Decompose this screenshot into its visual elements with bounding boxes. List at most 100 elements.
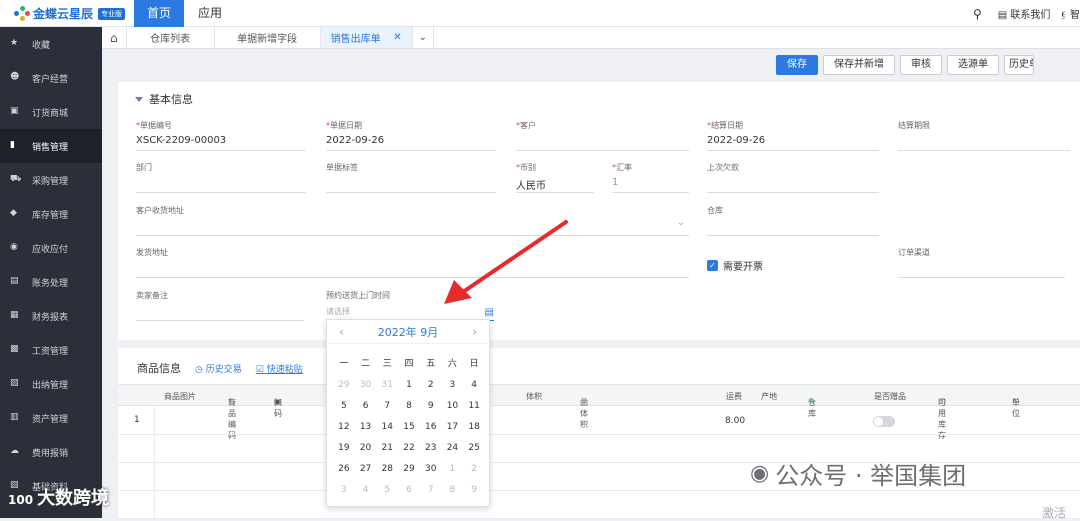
tab-warehouse-list[interactable]: 仓库列表 (127, 27, 215, 48)
calendar-day[interactable]: 26 (333, 459, 355, 480)
calendar-day[interactable]: 16 (420, 417, 442, 438)
calendar-day[interactable]: 2 (420, 375, 442, 396)
calendar-day[interactable]: 14 (376, 417, 398, 438)
calendar-month-title[interactable]: 2022年 9月 (378, 324, 439, 340)
search-icon[interactable]: ⚲ (973, 7, 982, 21)
sidebar-item-12[interactable]: ☁ 费用报销 (0, 435, 102, 469)
calendar-day[interactable]: 10 (442, 396, 464, 417)
seller-note-field[interactable]: 卖家备注 (136, 290, 304, 321)
calendar-day[interactable]: 21 (376, 438, 398, 459)
calendar-day[interactable]: 25 (463, 438, 485, 459)
dept-field[interactable]: 部门 (136, 162, 306, 193)
calendar-day[interactable]: 12 (333, 417, 355, 438)
calendar-day[interactable]: 8 (398, 396, 420, 417)
calendar-day[interactable]: 27 (355, 459, 377, 480)
calendar-day[interactable]: 7 (420, 480, 442, 501)
calendar-day[interactable]: 29 (398, 459, 420, 480)
calendar-day[interactable]: 9 (420, 396, 442, 417)
table-row[interactable] (118, 491, 1080, 519)
save-button[interactable]: 保存 (776, 55, 818, 75)
calendar-day[interactable]: 4 (355, 480, 377, 501)
currency-field[interactable]: *币别 人民币 (516, 162, 594, 193)
nav-app[interactable]: 应用 (198, 0, 222, 27)
calendar-day[interactable]: 29 (333, 375, 355, 396)
sidebar-item-4[interactable]: ⛟ 采购管理 (0, 163, 102, 197)
bill-tag-field[interactable]: 单据标签 (326, 162, 496, 193)
sidebar-item-8[interactable]: ▦ 财务报表 (0, 299, 102, 333)
audit-button[interactable]: 审核 (900, 55, 942, 75)
table-row[interactable]: 1 8.00 (118, 407, 1080, 435)
service-label[interactable]: 智 (1070, 6, 1080, 21)
calendar-day[interactable]: 2 (463, 459, 485, 480)
calendar-day[interactable]: 17 (442, 417, 464, 438)
home-tab-icon[interactable]: ⌂ (102, 27, 127, 48)
sidebar-item-11[interactable]: ▥ 资产管理 (0, 401, 102, 435)
calendar-icon[interactable]: ▤ (485, 307, 494, 318)
calendar-day[interactable]: 6 (398, 480, 420, 501)
order-channel-field[interactable]: 订单渠道 (898, 247, 1065, 278)
calendar-day[interactable]: 24 (442, 438, 464, 459)
calendar-day[interactable]: 5 (333, 396, 355, 417)
ship-address-field[interactable]: 客户收货地址 ⌄ (136, 205, 689, 236)
calendar-day[interactable]: 19 (333, 438, 355, 459)
sidebar-item-2[interactable]: ▣ 订货商城 (0, 95, 102, 129)
calendar-day[interactable]: 22 (398, 438, 420, 459)
settle-period-field[interactable]: 结算期限 (898, 120, 1070, 151)
calendar-day[interactable]: 6 (355, 396, 377, 417)
section-header[interactable]: 基本信息 (135, 91, 193, 107)
calendar-day[interactable]: 1 (398, 375, 420, 396)
rate-field[interactable]: *汇率 1 (612, 162, 689, 193)
brand-logo[interactable]: 金蝶云星辰 专业版 (14, 5, 126, 22)
warehouse-field[interactable]: 仓库 (707, 205, 879, 236)
history-bill-button[interactable]: 历史单 (1004, 55, 1034, 75)
calendar-day[interactable]: 28 (376, 459, 398, 480)
history-trade-link[interactable]: ◷ 历史交易 (195, 362, 242, 375)
sidebar-item-10[interactable]: ▧ 出纳管理 (0, 367, 102, 401)
calendar-day[interactable]: 23 (420, 438, 442, 459)
settle-date-field[interactable]: *结算日期 2022-09-26 (707, 120, 879, 151)
sidebar-item-1[interactable]: ☻ 客户经营 (0, 61, 102, 95)
last-debt-field[interactable]: 上次欠款 (707, 162, 879, 193)
select-source-bill-button[interactable]: 选源单 (947, 55, 999, 75)
bill-no-field[interactable]: *单据编号 XSCK-2209-00003 (136, 120, 306, 151)
sidebar-item-7[interactable]: ▤ 账务处理 (0, 265, 102, 299)
tab-sales-outbound[interactable]: 销售出库单 ✕ (320, 27, 413, 48)
quick-paste-link[interactable]: ☑ 快速粘贴 (256, 362, 303, 375)
calendar-day[interactable]: 15 (398, 417, 420, 438)
edit-icon[interactable]: ✎ (808, 397, 815, 406)
next-month-icon[interactable]: › (472, 325, 477, 339)
chevron-down-icon[interactable]: ⌄ (413, 27, 435, 48)
calendar-day[interactable]: 3 (333, 480, 355, 501)
calendar-day[interactable]: 30 (355, 375, 377, 396)
calendar-day[interactable]: 18 (463, 417, 485, 438)
need-invoice-checkbox[interactable]: ✓ 需要开票 (707, 258, 763, 273)
chevron-down-icon[interactable]: ⌄ (677, 217, 685, 228)
calendar-day[interactable]: 7 (376, 396, 398, 417)
close-icon[interactable]: ✕ (393, 32, 401, 43)
calendar-day[interactable]: 1 (442, 459, 464, 480)
bill-date-field[interactable]: *单据日期 2022-09-26 (326, 120, 496, 151)
calendar-day[interactable]: 3 (442, 375, 464, 396)
calendar-day[interactable]: 31 (376, 375, 398, 396)
headset-icon[interactable]: ⍷ (1060, 7, 1067, 21)
sidebar-item-5[interactable]: ◆ 库存管理 (0, 197, 102, 231)
sidebar-item-3[interactable]: ▮ 销售管理 (0, 129, 102, 163)
calendar-day[interactable]: 4 (463, 375, 485, 396)
calendar-day[interactable]: 13 (355, 417, 377, 438)
nav-home[interactable]: 首页 (134, 0, 184, 27)
prev-month-icon[interactable]: ‹ (339, 325, 344, 339)
calendar-day[interactable]: 30 (420, 459, 442, 480)
save-and-new-button[interactable]: 保存并新增 (823, 55, 895, 75)
deliver-address-field[interactable]: 发货地址 (136, 247, 689, 278)
tab-bill-new-field[interactable]: 单据新增字段 (215, 27, 321, 48)
calendar-day[interactable]: 20 (355, 438, 377, 459)
sidebar-item-6[interactable]: ◉ 应收应付 (0, 231, 102, 265)
customer-field[interactable]: *客户 (516, 120, 689, 151)
calendar-day[interactable]: 9 (463, 480, 485, 501)
calendar-day[interactable]: 11 (463, 396, 485, 417)
sidebar-item-0[interactable]: ★ 收藏 (0, 27, 102, 61)
calendar-day[interactable]: 8 (442, 480, 464, 501)
contact-us[interactable]: ▤ 联系我们 (992, 6, 1051, 21)
calendar-day[interactable]: 5 (376, 480, 398, 501)
gift-toggle[interactable] (873, 416, 895, 427)
